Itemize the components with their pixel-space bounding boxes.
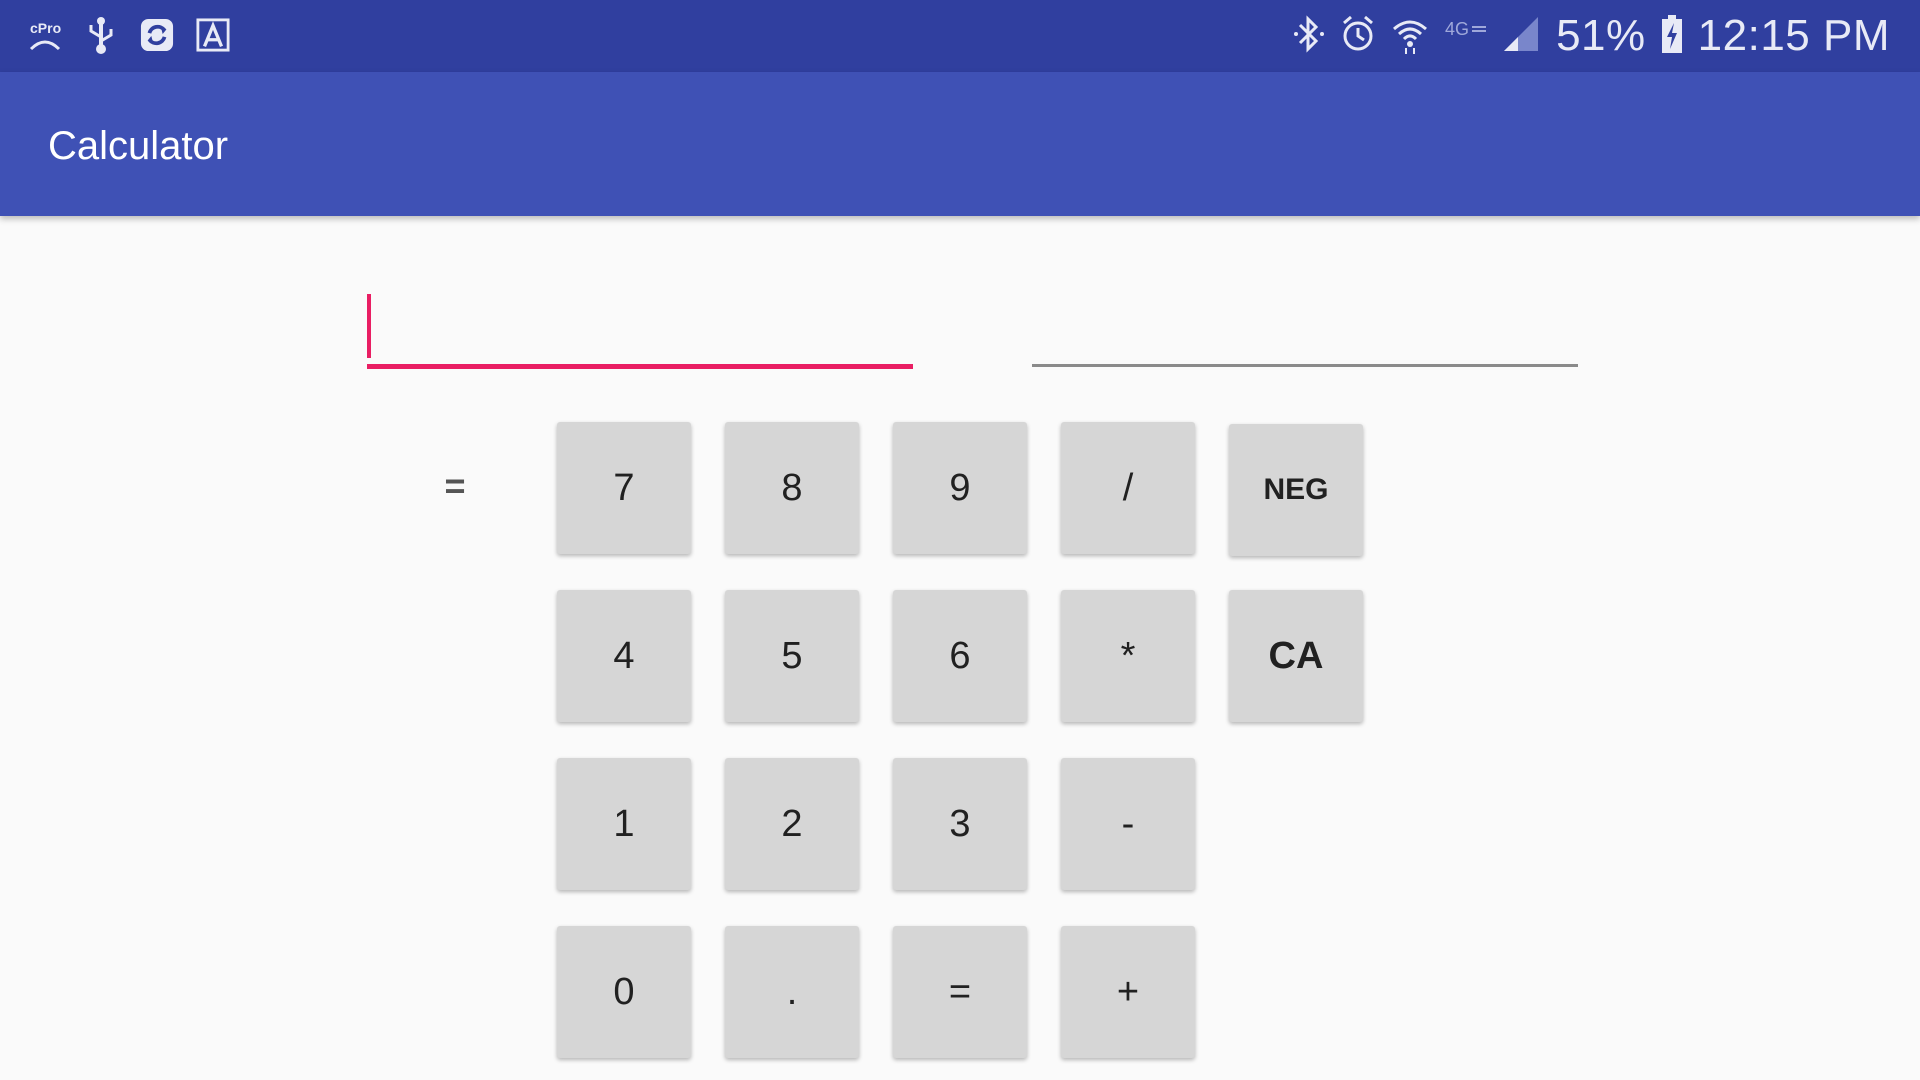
font-icon [196,12,230,58]
bluetooth-icon [1292,13,1326,60]
svg-text:cPro: cPro [30,20,61,36]
battery-percent: 51% [1556,11,1646,60]
sync-icon [140,12,174,58]
multiply-button[interactable]: * [1061,590,1195,722]
digit-6-button[interactable]: 6 [893,590,1027,722]
digit-3-button[interactable]: 3 [893,758,1027,890]
digit-0-button[interactable]: 0 [557,926,691,1058]
decimal-point-button[interactable]: . [725,926,859,1058]
signal-icon [1502,13,1542,60]
app-title: Calculator [48,124,229,168]
subtract-button[interactable]: - [1061,758,1195,890]
operation-label: = [444,465,466,506]
battery-icon [1660,13,1684,60]
text-cursor [367,294,371,358]
result-field-underline [1032,364,1578,367]
digit-8-button[interactable]: 8 [725,422,859,554]
cpro-icon: cPro [28,12,62,58]
usb-icon [84,12,118,58]
negate-button[interactable]: NEG [1229,424,1363,556]
equals-button[interactable]: = [893,926,1027,1058]
clock: 12:15 PM [1697,11,1890,60]
svg-text:4G: 4G [1445,19,1469,39]
wifi-icon [1390,13,1430,60]
digit-9-button[interactable]: 9 [893,422,1027,554]
digit-1-button[interactable]: 1 [557,758,691,890]
result-field[interactable] [1032,288,1582,366]
system-status: 4G 51% 12:15 PM [1292,8,1890,64]
number-input-underline [367,364,913,369]
app-bar: Calculator [0,72,1920,216]
alarm-icon [1340,13,1376,60]
add-button[interactable]: + [1061,926,1195,1058]
digit-4-button[interactable]: 4 [557,590,691,722]
4g-icon: 4G [1444,13,1488,60]
digit-5-button[interactable]: 5 [725,590,859,722]
divide-button[interactable]: / [1061,422,1195,554]
notification-icons: cPro [28,12,230,58]
clear-all-button[interactable]: CA [1229,590,1363,722]
number-input[interactable] [367,288,917,370]
status-bar: cPro 4G 51% 12:15 PM [0,0,1920,72]
digit-2-button[interactable]: 2 [725,758,859,890]
digit-7-button[interactable]: 7 [557,422,691,554]
